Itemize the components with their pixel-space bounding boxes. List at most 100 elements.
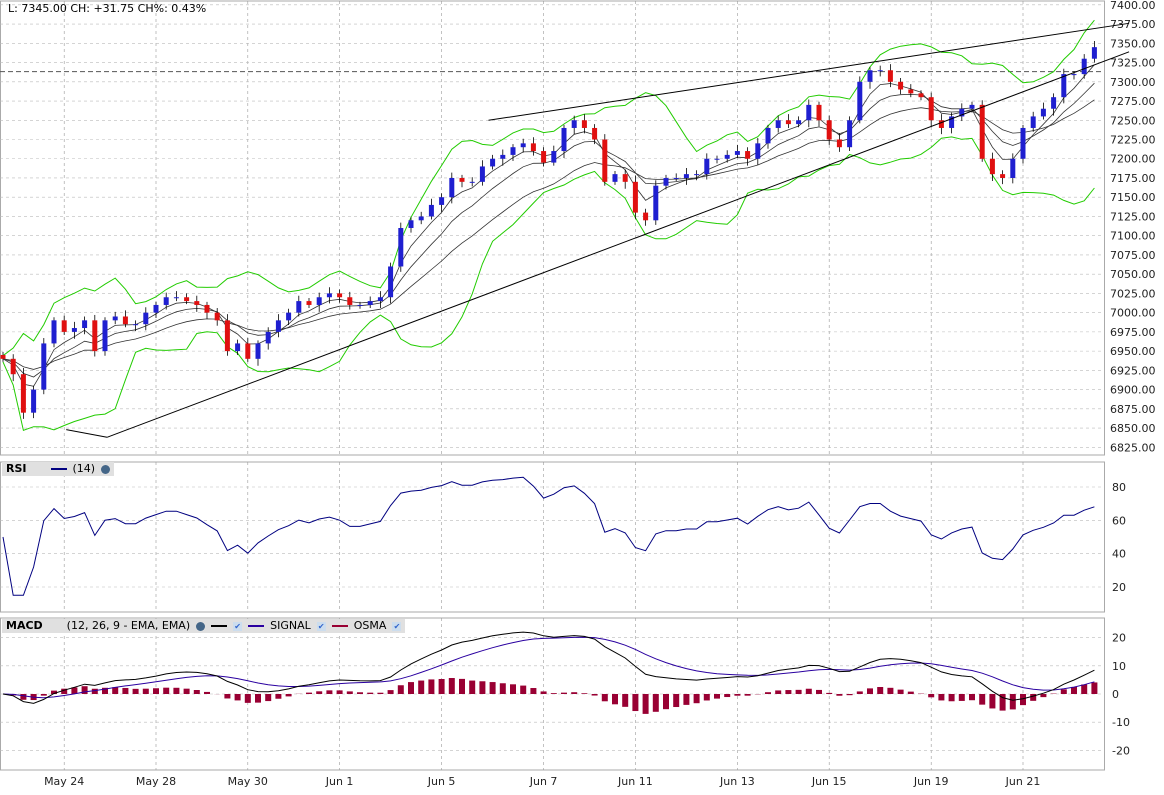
osma-bar	[734, 694, 741, 696]
candle-body	[0, 354, 6, 359]
candle-body	[847, 120, 853, 148]
price-tick-label: 6900.00	[1110, 384, 1156, 397]
osma-bar	[122, 687, 129, 694]
x-tick-label: Jun 13	[719, 775, 755, 788]
candle-body	[316, 297, 322, 305]
osma-bar	[591, 694, 598, 696]
candle-body	[398, 228, 404, 267]
x-tick-label: Jun 19	[913, 775, 949, 788]
candle-body	[214, 312, 220, 321]
osma-bar	[489, 682, 496, 694]
rsi-params: (14)	[72, 462, 96, 475]
macd-tick-label: 0	[1112, 688, 1119, 701]
candle-body	[724, 154, 730, 159]
chart-canvas[interactable]: May 24 May 28 May 30 Jun 1 Jun 5 Jun 7 Jun 11 J…	[0, 0, 1164, 795]
settings-globe-icon[interactable]	[196, 621, 206, 631]
osma-bar	[601, 694, 608, 702]
candle-body	[816, 104, 822, 121]
macd-params: (12, 26, 9 - EMA, EMA)	[66, 619, 191, 632]
candle-body	[418, 216, 424, 221]
ema-slow	[2, 99, 1095, 370]
osma-bar	[540, 691, 547, 694]
osma-bar	[1009, 694, 1016, 710]
candle-body	[306, 301, 312, 305]
rsi-header: RSI (14)	[2, 462, 115, 476]
candle-body	[785, 120, 791, 125]
rsi-line-swatch	[50, 468, 67, 470]
x-tick-label: May 30	[228, 775, 268, 788]
price-info: L: 7345.00 CH: +31.75 CH%: 0.43%	[8, 2, 207, 15]
candle-body	[377, 297, 383, 302]
osma-bar	[193, 690, 200, 694]
osma-bar	[20, 694, 27, 700]
osma-bar	[81, 686, 88, 694]
rsi-tick-label: 80	[1112, 481, 1126, 494]
candle-body	[622, 174, 628, 182]
candle-body	[592, 127, 598, 140]
candle-body	[51, 320, 57, 344]
rsi-tick-label: 20	[1112, 581, 1126, 594]
macd-header: MACD (12, 26, 9 - EMA, EMA) ✔ SIGNAL ✔ O…	[2, 619, 406, 633]
osma-bar	[244, 694, 251, 703]
candle-body	[439, 197, 445, 205]
panel-border	[0, 0, 1105, 456]
candle-body	[367, 301, 373, 305]
x-tick-label: Jun 11	[617, 775, 653, 788]
settings-globe-icon[interactable]	[101, 464, 111, 474]
x-tick-label: May 24	[44, 775, 84, 788]
price-tick-label: 7325.00	[1110, 57, 1156, 70]
candle-body	[1010, 158, 1016, 178]
osma-bar	[316, 691, 323, 694]
candle-body	[796, 120, 802, 125]
osma-bar	[265, 694, 272, 702]
price-tick-label: 7300.00	[1110, 76, 1156, 89]
candle-body	[92, 320, 98, 352]
trendline	[66, 429, 108, 438]
osma-bar	[928, 694, 935, 698]
osma-label: OSMA	[353, 619, 387, 632]
osma-bar	[387, 690, 394, 694]
osma-bar	[142, 688, 149, 694]
osma-bar	[520, 685, 527, 694]
rsi-tick-label: 40	[1112, 548, 1126, 561]
candle-body	[653, 185, 659, 221]
candle-body	[867, 70, 873, 82]
osma-bar	[571, 692, 578, 694]
candle-body	[31, 389, 37, 413]
candle-body	[1051, 97, 1057, 109]
osma-bar	[969, 694, 975, 701]
osma-bar	[163, 687, 170, 694]
candle-body	[428, 204, 434, 217]
osma-bar	[153, 688, 159, 694]
osma-toggle-checkbox[interactable]: ✔	[392, 621, 402, 631]
candle-body	[877, 70, 883, 72]
candle-body	[459, 177, 465, 182]
osma-bar	[224, 694, 231, 699]
signal-toggle-checkbox[interactable]: ✔	[316, 621, 326, 631]
osma-bar	[897, 689, 904, 694]
macd-tick-label: 20	[1112, 632, 1126, 645]
candle-body	[102, 320, 108, 352]
osma-bar	[632, 694, 639, 712]
osma-bar	[173, 687, 180, 694]
candle-body	[683, 174, 689, 178]
price-tick-label: 7225.00	[1110, 134, 1156, 147]
candle-body	[204, 304, 210, 313]
osma-bar	[1091, 682, 1098, 694]
macd-toggle-checkbox[interactable]: ✔	[233, 621, 243, 631]
candle-body	[1020, 127, 1026, 159]
candle-body	[1040, 108, 1046, 117]
candle-body	[41, 343, 47, 390]
candle-body	[571, 120, 577, 128]
candle-body	[541, 151, 547, 163]
candle-body	[479, 166, 485, 182]
osma-bar	[510, 684, 516, 694]
candle-body	[1030, 116, 1036, 128]
macd-tick-label: -20	[1112, 744, 1130, 757]
osma-bar	[499, 683, 506, 694]
osma-bar	[1020, 694, 1026, 706]
osma-bar	[805, 688, 812, 694]
candle-body	[184, 297, 190, 302]
price-tick-label: 7275.00	[1110, 95, 1156, 108]
candle-body	[755, 143, 761, 159]
